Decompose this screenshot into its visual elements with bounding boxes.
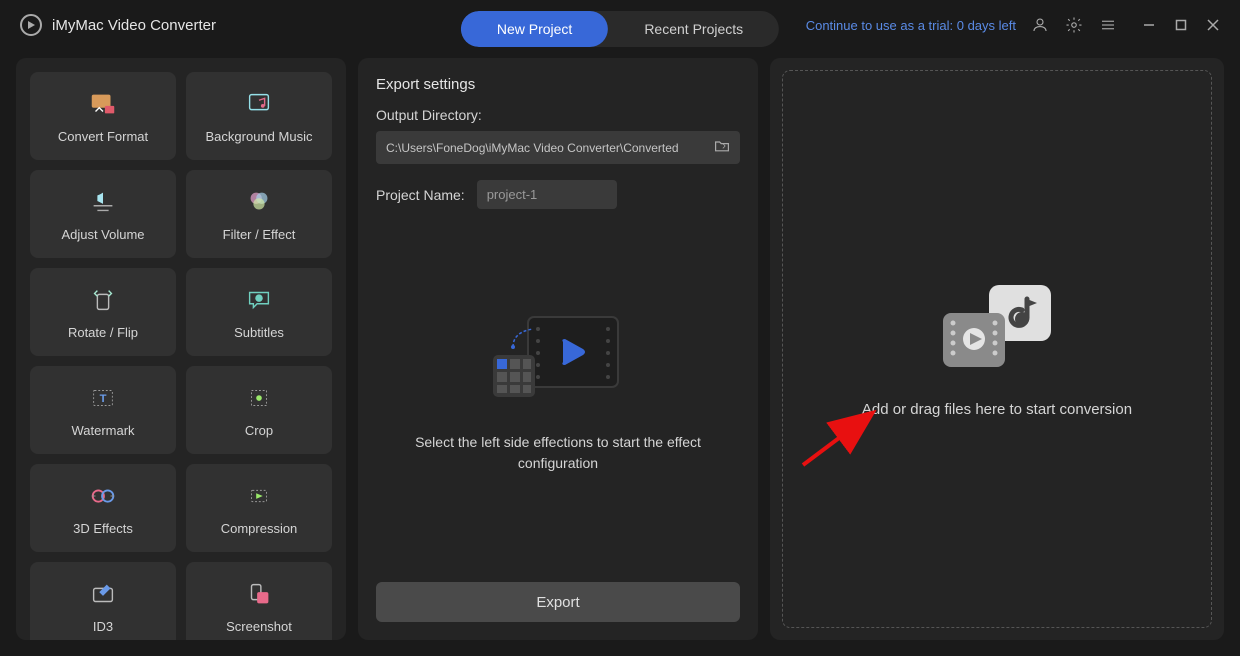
tile-3d-effects[interactable]: 3D Effects <box>30 464 176 552</box>
tile-label: Watermark <box>71 423 134 438</box>
tile-background-music[interactable]: Background Music <box>186 72 332 160</box>
drop-zone[interactable]: Add or drag files here to start conversi… <box>782 70 1212 628</box>
drop-zone-icon <box>937 281 1057 371</box>
tile-label: Background Music <box>206 129 313 144</box>
tile-compression[interactable]: Compression <box>186 464 332 552</box>
tab-recent-projects[interactable]: Recent Projects <box>608 11 779 47</box>
watermark-icon: T <box>88 383 118 413</box>
trial-status[interactable]: Continue to use as a trial: 0 days left <box>806 18 1016 33</box>
tile-rotate-flip[interactable]: Rotate / Flip <box>30 268 176 356</box>
tile-crop[interactable]: Crop <box>186 366 332 454</box>
tile-watermark[interactable]: T Watermark <box>30 366 176 454</box>
menu-icon[interactable] <box>1098 15 1118 35</box>
project-name-row: Project Name: <box>376 180 740 209</box>
background-music-icon <box>244 89 274 119</box>
app-logo-icon <box>20 14 42 36</box>
gear-icon[interactable] <box>1064 15 1084 35</box>
tile-label: Subtitles <box>234 325 284 340</box>
export-panel: Export settings Output Directory: C:\Use… <box>358 58 758 640</box>
tile-adjust-volume[interactable]: Adjust Volume <box>30 170 176 258</box>
tile-label: Adjust Volume <box>61 227 144 242</box>
filter-effect-icon <box>244 187 274 217</box>
svg-text:T: T <box>100 392 107 404</box>
effects-sidebar[interactable]: Convert Format Background Music Adjust V… <box>16 58 346 640</box>
maximize-button[interactable] <box>1174 18 1188 32</box>
account-icon[interactable] <box>1030 15 1050 35</box>
tile-label: Convert Format <box>58 129 148 144</box>
tile-label: Filter / Effect <box>223 227 296 242</box>
tab-new-project[interactable]: New Project <box>461 11 608 47</box>
window-controls <box>1142 18 1220 32</box>
compression-icon <box>244 481 274 511</box>
subtitles-icon <box>244 285 274 315</box>
tile-filter-effect[interactable]: Filter / Effect <box>186 170 332 258</box>
tile-label: Screenshot <box>226 619 292 634</box>
rotate-flip-icon <box>88 285 118 315</box>
drop-zone-text: Add or drag files here to start conversi… <box>862 401 1132 418</box>
status-area: Continue to use as a trial: 0 days left <box>806 15 1220 35</box>
effect-config-hint: Select the left side effections to start… <box>376 432 740 474</box>
drop-panel: Add or drag files here to start conversi… <box>770 58 1224 640</box>
output-directory-field[interactable]: C:\Users\FoneDog\iMyMac Video Converter\… <box>376 131 740 164</box>
export-settings-title: Export settings <box>376 76 740 93</box>
tile-label: Compression <box>221 521 298 536</box>
output-directory-value: C:\Users\FoneDog\iMyMac Video Converter\… <box>386 141 679 155</box>
tile-label: ID3 <box>93 619 113 634</box>
main-layout: Convert Format Background Music Adjust V… <box>0 50 1240 656</box>
crop-icon <box>244 383 274 413</box>
convert-format-icon <box>88 89 118 119</box>
screenshot-icon <box>244 579 274 609</box>
tile-id3[interactable]: ID3 <box>30 562 176 640</box>
project-tabs: New Project Recent Projects <box>461 11 779 47</box>
minimize-button[interactable] <box>1142 18 1156 32</box>
tile-label: 3D Effects <box>73 521 133 536</box>
tile-subtitles[interactable]: Subtitles <box>186 268 332 356</box>
tile-convert-format[interactable]: Convert Format <box>30 72 176 160</box>
preview-placeholder-icon <box>483 307 633 412</box>
browse-folder-icon[interactable] <box>714 139 730 156</box>
tile-label: Rotate / Flip <box>68 325 138 340</box>
close-button[interactable] <box>1206 18 1220 32</box>
tile-screenshot[interactable]: Screenshot <box>186 562 332 640</box>
adjust-volume-icon <box>88 187 118 217</box>
app-title: iMyMac Video Converter <box>52 17 216 34</box>
effects-grid: Convert Format Background Music Adjust V… <box>30 72 332 640</box>
id3-icon <box>88 579 118 609</box>
project-name-input[interactable] <box>477 180 617 209</box>
tile-label: Crop <box>245 423 273 438</box>
preview-area: Select the left side effections to start… <box>376 209 740 572</box>
project-name-label: Project Name: <box>376 187 465 203</box>
app-logo: iMyMac Video Converter <box>20 14 216 36</box>
output-directory-label: Output Directory: <box>376 107 740 123</box>
export-button[interactable]: Export <box>376 582 740 622</box>
titlebar: iMyMac Video Converter New Project Recen… <box>0 0 1240 50</box>
3d-effects-icon <box>88 481 118 511</box>
